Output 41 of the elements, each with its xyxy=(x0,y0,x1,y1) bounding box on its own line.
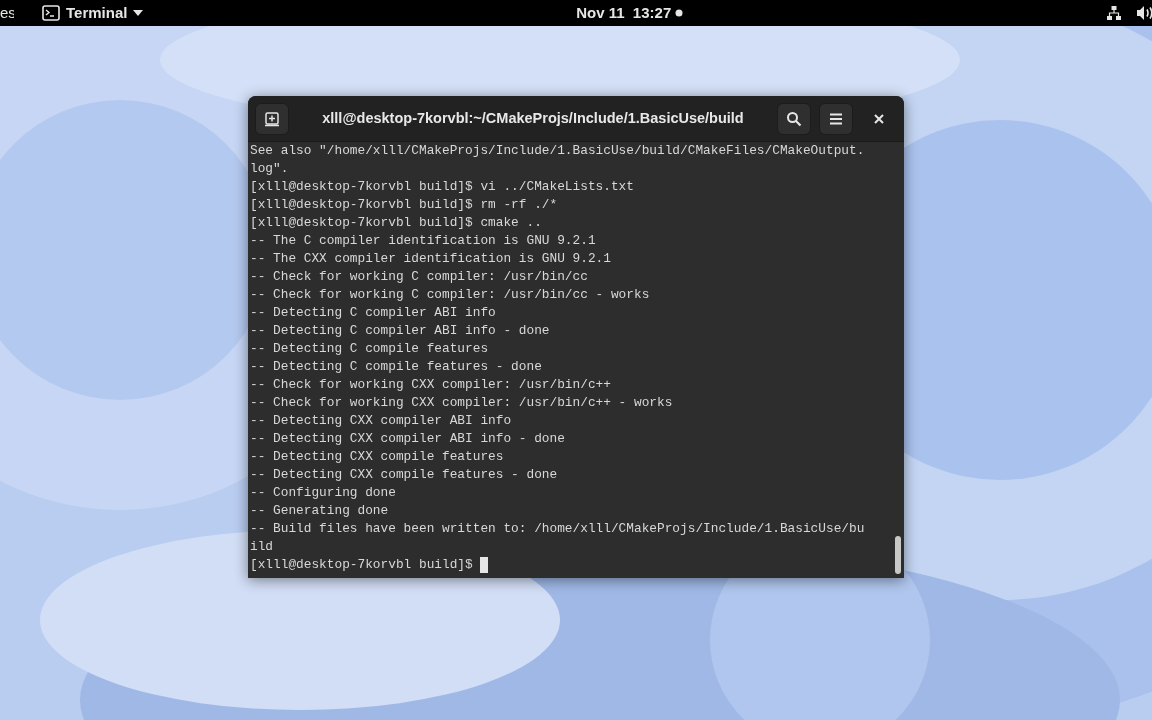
new-tab-button[interactable] xyxy=(255,102,289,135)
menu-icon xyxy=(829,112,843,125)
network-icon[interactable] xyxy=(1106,5,1122,21)
menu-button[interactable] xyxy=(819,102,853,135)
search-button[interactable] xyxy=(777,102,811,135)
search-icon xyxy=(786,110,802,127)
window-title: xlll@desktop-7korvbl:~/CMakeProjs/Include/1.BasicUse/build xyxy=(321,108,745,128)
terminal-line: -- The CXX compiler identification is GNU 9.2.1 xyxy=(250,250,611,268)
terminal-line: -- Detecting CXX compiler ABI info - done xyxy=(250,430,565,448)
notification-dot-icon xyxy=(675,9,684,17)
terminal-line: -- Detecting CXX compiler ABI info xyxy=(250,412,512,430)
cursor-icon xyxy=(480,557,489,573)
terminal-line: -- Detecting C compile features xyxy=(250,340,489,358)
terminal-line: log". xyxy=(250,160,289,178)
terminal-line: -- Check for working C compiler: /usr/bin/cc xyxy=(250,268,588,286)
terminal-line: -- Detecting C compiler ABI info - done xyxy=(250,322,550,340)
app-menu[interactable]: Terminal xyxy=(42,1,144,25)
terminal-line: -- Check for working CXX compiler: /usr/bin/c++ xyxy=(250,376,611,394)
terminal-line: -- Check for working C compiler: /usr/bin/cc - works xyxy=(250,286,650,304)
terminal-line: -- Detecting CXX compile features - done xyxy=(250,466,558,484)
terminal-line: See also "/home/xlll/CMakeProjs/Include/1.BasicUse/build/CMakeFiles/CMakeOutput. xyxy=(250,142,865,160)
volume-icon[interactable] xyxy=(1136,5,1152,21)
terminal-line: -- The C compiler identification is GNU 9.2.1 xyxy=(250,232,596,250)
close-icon xyxy=(874,113,884,124)
terminal-line: ild xyxy=(250,538,274,556)
terminal-line: -- Configuring done xyxy=(250,484,396,502)
terminal-line: [xlll@desktop-7korvbl build]$ cmake .. xyxy=(250,214,542,232)
terminal-line: -- Generating done xyxy=(250,502,389,520)
terminal-line: -- Detecting CXX compile features xyxy=(250,448,504,466)
terminal-line: -- Check for working CXX compiler: /usr/bin/c++ - works xyxy=(250,394,673,412)
terminal-line: -- Build files have been written to: /home/xlll/CMakeProjs/Include/1.BasicUse/bu xyxy=(250,520,865,538)
new-tab-icon xyxy=(264,110,280,127)
terminal-line: [xlll@desktop-7korvbl build]$ rm -rf ./* xyxy=(250,196,558,214)
clock[interactable]: Nov 11 13:27 xyxy=(576,1,684,25)
terminal-icon xyxy=(42,5,60,21)
terminal-line: -- Detecting C compiler ABI info xyxy=(250,304,496,322)
scrollbar[interactable] xyxy=(895,536,901,574)
terminal-prompt: [xlll@desktop-7korvbl build]$ xyxy=(250,556,474,574)
terminal-line: -- Detecting C compile features - done xyxy=(250,358,542,376)
caret-icon xyxy=(133,10,144,16)
terminal-line: [xlll@desktop-7korvbl build]$ vi ../CMakeLists.txt xyxy=(250,178,634,196)
